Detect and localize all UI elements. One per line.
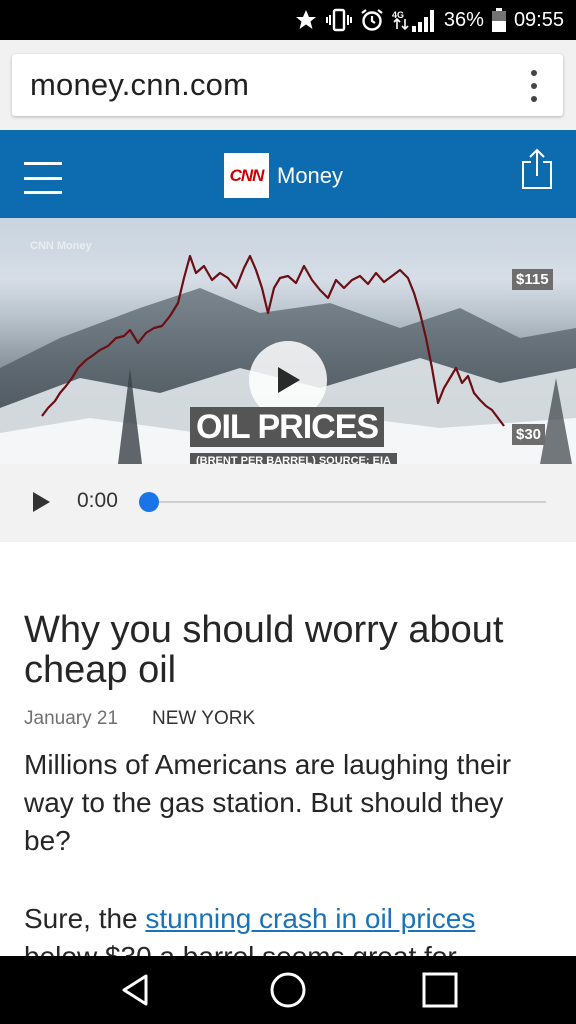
article-headline: Why you should worry about cheap oil — [24, 609, 504, 691]
recents-icon[interactable] — [420, 970, 460, 1010]
article-date: January 21 — [24, 708, 119, 729]
article: Why you should worry about cheap oil Jan… — [0, 542, 576, 956]
video-chart-title: OIL PRICES — [190, 407, 385, 447]
network-type: 4G — [392, 10, 404, 20]
battery-icon — [491, 8, 506, 32]
share-icon[interactable] — [520, 148, 554, 190]
navigation-bar — [0, 956, 576, 1024]
url-text[interactable]: money.cnn.com — [30, 67, 249, 103]
playback-time: 0:00 — [77, 489, 118, 512]
seek-track[interactable] — [148, 501, 546, 503]
clock: 09:55 — [513, 8, 564, 31]
home-icon[interactable] — [268, 970, 308, 1010]
url-bar[interactable]: money.cnn.com — [12, 54, 563, 116]
high-price-label: $115 — [512, 269, 553, 290]
money-logo-text: Money — [277, 162, 344, 188]
play-button[interactable] — [31, 491, 51, 513]
article-link[interactable]: stunning crash in oil prices — [145, 903, 475, 934]
star-icon — [294, 8, 318, 32]
vibrate-icon — [325, 8, 352, 32]
site-header: CNN Money — [0, 130, 576, 218]
article-paragraph: Sure, the stunning crash in oil prices b… — [24, 900, 552, 956]
browser-toolbar: money.cnn.com — [0, 40, 576, 130]
article-location: NEW YORK — [152, 708, 256, 729]
cnn-logo: CNN — [224, 153, 269, 198]
site-logo[interactable]: CNN Money — [224, 153, 343, 198]
article-meta: January 21 NEW YORK — [24, 708, 255, 730]
low-price-label: $30 — [512, 424, 546, 445]
alarm-icon — [360, 8, 384, 32]
back-icon[interactable] — [116, 970, 156, 1010]
paragraph-text: Sure, the — [24, 903, 146, 934]
signal-icon: 4G — [392, 8, 436, 32]
article-paragraph: Millions of Americans are laughing their… — [24, 749, 512, 856]
video-watermark: CNN Money — [30, 240, 92, 252]
more-vert-icon[interactable] — [519, 70, 549, 102]
battery-percent: 36% — [443, 8, 484, 31]
paragraph-text: below $30 a barrel seems great for — [24, 941, 457, 956]
media-controls: 0:00 — [0, 464, 576, 542]
video-chart-subtitle: (BRENT PER BARREL) SOURCE: EIA — [190, 453, 397, 464]
status-bar: 4G 36% 09:55 — [0, 0, 576, 40]
seek-thumb[interactable] — [139, 492, 159, 512]
video-player[interactable]: CNN Money $115 $30 OIL PRICES (BRENT PER… — [0, 218, 576, 464]
hamburger-icon[interactable] — [24, 162, 62, 194]
